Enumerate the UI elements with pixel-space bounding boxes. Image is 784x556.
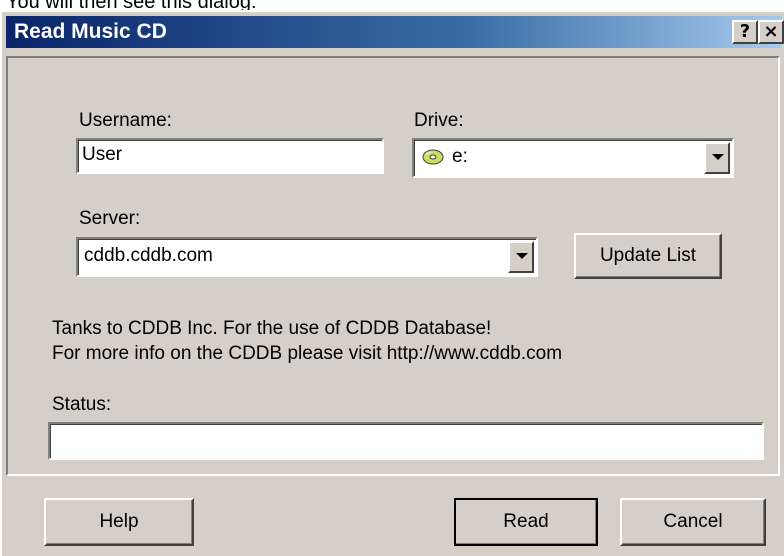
server-label: Server: [79,208,141,229]
username-field[interactable] [76,138,384,174]
drive-select[interactable]: e: [412,138,734,178]
server-value: cddb.cddb.com [84,245,213,266]
thanks-text-line2: For more info on the CDDB please visit h… [52,343,563,364]
server-select[interactable]: cddb.cddb.com [76,237,538,277]
help-title-button[interactable]: ? [732,20,758,44]
server-dropdown-arrow[interactable] [508,241,534,273]
status-field [48,422,764,460]
title-bar[interactable]: Read Music CD ? × [6,16,784,48]
cancel-button[interactable]: Cancel [620,498,766,546]
cd-drive-icon [422,149,444,165]
drive-dropdown-arrow[interactable] [704,142,730,174]
read-music-cd-dialog: Read Music CD ? × Username: Drive: e: Se… [0,10,784,556]
read-button[interactable]: Read [454,498,598,546]
help-button[interactable]: Help [44,498,194,546]
close-title-button[interactable]: × [758,20,784,44]
drive-label: Drive: [414,110,464,131]
username-label: Username: [79,110,172,131]
window-title: Read Music CD [14,20,167,43]
thanks-text-line1: Tanks to CDDB Inc. For the use of CDDB D… [52,318,492,339]
drive-value: e: [452,146,468,167]
status-label: Status: [52,394,112,415]
update-list-button[interactable]: Update List [574,233,722,279]
username-input[interactable] [82,144,378,166]
